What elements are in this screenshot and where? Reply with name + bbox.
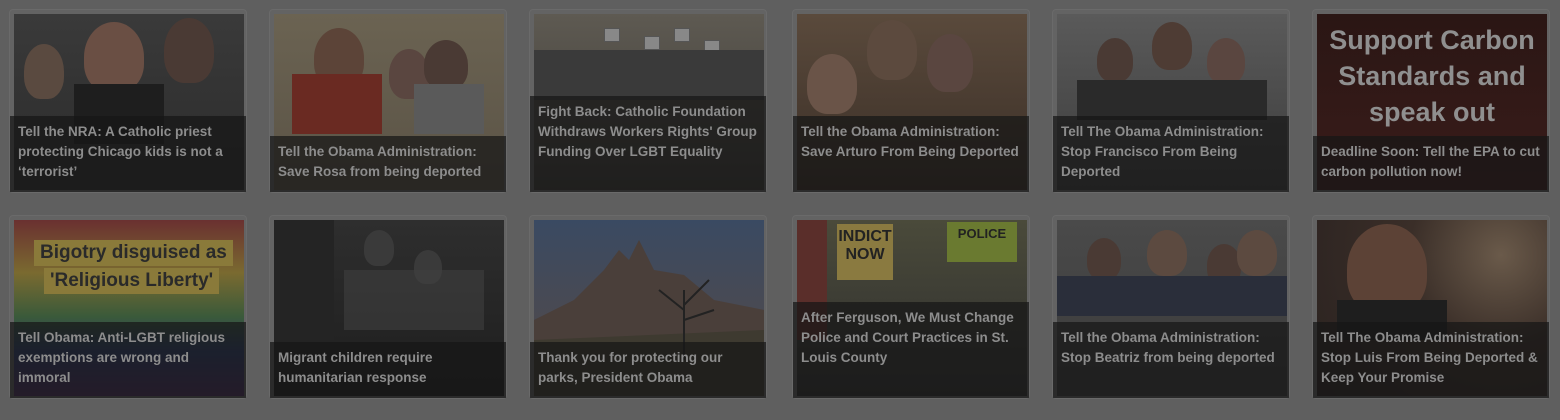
petition-card-save-rosa[interactable]: Tell the Obama Administration: Save Rosa…: [269, 9, 507, 193]
petition-card-nra-priest[interactable]: Tell the NRA: A Catholic priest protecti…: [9, 9, 247, 193]
petition-title[interactable]: Tell the NRA: A Catholic priest protecti…: [18, 122, 238, 182]
petition-card-ferguson[interactable]: INDICT NOW POLICE After Ferguson, We Mus…: [792, 215, 1030, 399]
image-banner-text-2: 'Religious Liberty': [44, 268, 220, 294]
petition-card-luis[interactable]: Tell The Obama Administration: Stop Luis…: [1312, 215, 1550, 399]
petition-title[interactable]: Thank you for protecting our parks, Pres…: [538, 348, 758, 388]
petition-title[interactable]: Fight Back: Catholic Foundation Withdraw…: [538, 102, 758, 162]
petition-card-epa-carbon[interactable]: Support Carbon Standards and speak out D…: [1312, 9, 1550, 193]
petition-title[interactable]: Tell Obama: Anti-LGBT religious exemptio…: [18, 328, 238, 388]
petition-caption[interactable]: Tell the NRA: A Catholic priest protecti…: [10, 116, 246, 192]
image-sign-text: Support Carbon Standards and speak out: [1329, 25, 1535, 127]
image-sign-police: POLICE: [947, 222, 1017, 262]
petition-caption[interactable]: Tell the Obama Administration: Stop Beat…: [1053, 322, 1289, 398]
petition-title[interactable]: Tell the Obama Administration: Save Rosa…: [278, 142, 498, 182]
petition-card-beatriz[interactable]: Tell the Obama Administration: Stop Beat…: [1052, 215, 1290, 399]
petition-grid: Tell the NRA: A Catholic priest protecti…: [0, 0, 1560, 420]
image-sign-indict: INDICT NOW: [837, 224, 893, 280]
petition-caption[interactable]: Tell Obama: Anti-LGBT religious exemptio…: [10, 322, 246, 398]
petition-card-migrant-children[interactable]: Migrant children require humanitarian re…: [269, 215, 507, 399]
petition-card-francisco[interactable]: Tell The Obama Administration: Stop Fran…: [1052, 9, 1290, 193]
petition-caption[interactable]: Tell the Obama Administration: Save Rosa…: [270, 136, 506, 192]
petition-caption[interactable]: Tell The Obama Administration: Stop Fran…: [1053, 116, 1289, 192]
petition-caption[interactable]: After Ferguson, We Must Change Police an…: [793, 302, 1029, 398]
petition-title[interactable]: Tell the Obama Administration: Stop Beat…: [1061, 328, 1281, 368]
image-banner-text-1: Bigotry disguised as: [34, 240, 233, 266]
petition-title[interactable]: Tell The Obama Administration: Stop Fran…: [1061, 122, 1281, 182]
petition-card-protect-parks[interactable]: Thank you for protecting our parks, Pres…: [529, 215, 767, 399]
petition-caption[interactable]: Fight Back: Catholic Foundation Withdraw…: [530, 96, 766, 192]
petition-card-anti-lgbt[interactable]: Bigotry disguised as 'Religious Liberty'…: [9, 215, 247, 399]
petition-caption[interactable]: Deadline Soon: Tell the EPA to cut carbo…: [1313, 136, 1549, 192]
petition-title[interactable]: After Ferguson, We Must Change Police an…: [801, 308, 1021, 368]
petition-title[interactable]: Tell The Obama Administration: Stop Luis…: [1321, 328, 1541, 388]
petition-card-save-arturo[interactable]: Tell the Obama Administration: Save Artu…: [792, 9, 1030, 193]
petition-caption[interactable]: Thank you for protecting our parks, Pres…: [530, 342, 766, 398]
petition-caption[interactable]: Migrant children require humanitarian re…: [270, 342, 506, 398]
petition-title[interactable]: Migrant children require humanitarian re…: [278, 348, 498, 388]
petition-title[interactable]: Tell the Obama Administration: Save Artu…: [801, 122, 1021, 162]
petition-caption[interactable]: Tell the Obama Administration: Save Artu…: [793, 116, 1029, 192]
petition-caption[interactable]: Tell The Obama Administration: Stop Luis…: [1313, 322, 1549, 398]
petition-card-catholic-foundation[interactable]: Fight Back: Catholic Foundation Withdraw…: [529, 9, 767, 193]
petition-title[interactable]: Deadline Soon: Tell the EPA to cut carbo…: [1321, 142, 1541, 182]
